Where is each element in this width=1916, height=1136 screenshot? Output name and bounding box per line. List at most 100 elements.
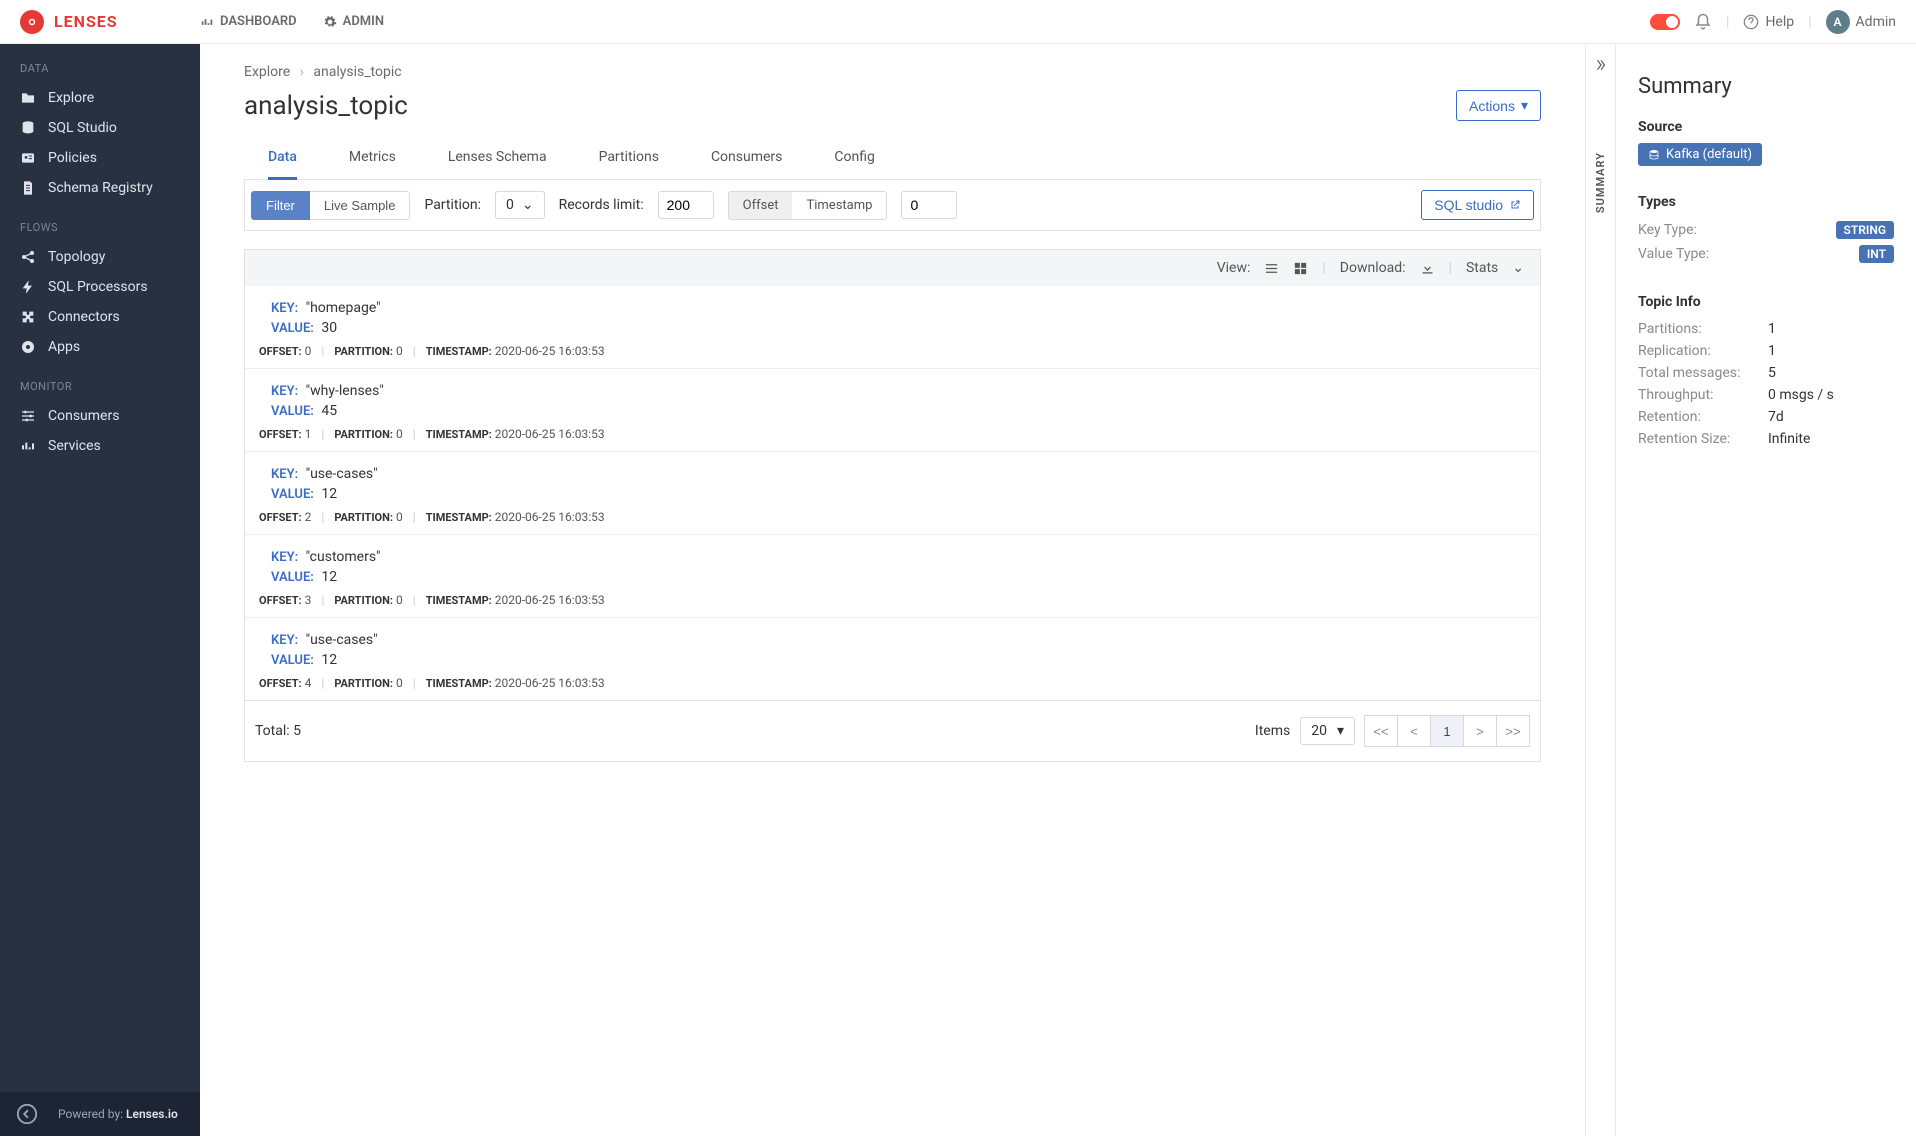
user-menu[interactable]: A Admin — [1826, 10, 1896, 34]
sidebar-section-monitor: MONITOR — [0, 362, 200, 401]
actions-button[interactable]: Actions ▾ — [1456, 90, 1541, 121]
page-last[interactable]: >> — [1496, 715, 1530, 747]
breadcrumb-root[interactable]: Explore — [244, 64, 290, 80]
content: Explore › analysis_topic analysis_topic … — [200, 44, 1586, 1136]
partition-label: Partition: — [424, 197, 481, 213]
items-label: Items — [1255, 723, 1290, 739]
caret-down-icon: ▾ — [1337, 723, 1344, 739]
partition-select[interactable]: 0 ⌄ — [495, 191, 545, 219]
tab-config[interactable]: Config — [834, 139, 874, 179]
sidebar-item-topology[interactable]: Topology — [0, 242, 200, 272]
total-label: Total: 5 — [255, 723, 301, 739]
back-circle-icon[interactable] — [16, 1103, 38, 1125]
powered-by: Powered by: Lenses.io — [58, 1107, 178, 1121]
logo[interactable]: LENSES — [20, 10, 200, 34]
sidebar-item-connectors[interactable]: Connectors — [0, 302, 200, 332]
logo-text: LENSES — [54, 12, 118, 31]
offset-toggle[interactable]: Offset — [729, 192, 793, 219]
page-prev[interactable]: < — [1397, 715, 1431, 747]
record-row[interactable]: KEY: "homepage"VALUE: 30OFFSET: 0|PARTIT… — [245, 286, 1540, 368]
tab-data[interactable]: Data — [268, 139, 297, 180]
view-label: View: — [1217, 260, 1251, 276]
record-row[interactable]: KEY: "customers"VALUE: 12OFFSET: 3|PARTI… — [245, 534, 1540, 617]
record-row[interactable]: KEY: "why-lenses"VALUE: 45OFFSET: 1|PART… — [245, 368, 1540, 451]
summary-heading: Summary — [1638, 74, 1894, 99]
sidebar-item-policies[interactable]: Policies — [0, 143, 200, 173]
filter-button[interactable]: Filter — [251, 191, 310, 220]
data-panel: View: | Download: | Stats ⌄ KEY: "homepa… — [244, 249, 1541, 762]
sidebar-item-apps[interactable]: Apps — [0, 332, 200, 362]
summary-tab-strip[interactable]: SUMMARY — [1586, 44, 1616, 1136]
database-icon — [20, 120, 36, 136]
sliders-icon — [20, 408, 36, 424]
sidebar-section-data: DATA — [0, 44, 200, 83]
topnav: DASHBOARD ADMIN — [200, 14, 384, 29]
livesample-button[interactable]: Live Sample — [310, 191, 411, 220]
bell-icon[interactable] — [1694, 13, 1712, 31]
live-toggle[interactable] — [1650, 14, 1680, 30]
list-view-icon[interactable] — [1264, 261, 1279, 276]
sidebar-item-services[interactable]: Services — [0, 431, 200, 461]
page-title: analysis_topic — [244, 91, 408, 121]
chevron-right-icon: › — [300, 64, 304, 80]
disc-icon — [20, 339, 36, 355]
bar-chart-icon — [20, 438, 36, 454]
share-icon — [20, 249, 36, 265]
divider: | — [1808, 14, 1811, 30]
grid-view-icon[interactable] — [1293, 261, 1308, 276]
info-row: Retention Size:Infinite — [1638, 428, 1894, 450]
help-icon — [1743, 14, 1759, 30]
download-icon[interactable] — [1420, 261, 1435, 276]
source-chip[interactable]: Kafka (default) — [1638, 143, 1762, 166]
download-label: Download: — [1340, 260, 1406, 276]
nav-admin-top[interactable]: ADMIN — [323, 14, 384, 29]
info-row: Throughput:0 msgs / s — [1638, 384, 1894, 406]
sidebar-section-flows: FLOWS — [0, 203, 200, 242]
record-row[interactable]: KEY: "use-cases"VALUE: 12OFFSET: 4|PARTI… — [245, 617, 1540, 700]
records-limit-input[interactable] — [658, 191, 714, 219]
info-row: Partitions:1 — [1638, 318, 1894, 340]
nav-dashboard[interactable]: DASHBOARD — [200, 14, 297, 29]
offset-input[interactable] — [901, 191, 957, 219]
sidebar-item-consumers[interactable]: Consumers — [0, 401, 200, 431]
chevron-down-icon[interactable]: ⌄ — [1512, 260, 1524, 276]
breadcrumb-current: analysis_topic — [313, 64, 401, 80]
external-link-icon — [1509, 199, 1521, 211]
filterbar: Filter Live Sample Partition: 0 ⌄ Record… — [244, 180, 1541, 231]
database-icon — [1648, 149, 1660, 161]
tab-consumers[interactable]: Consumers — [711, 139, 782, 179]
tab-lenses-schema[interactable]: Lenses Schema — [448, 139, 547, 179]
sidebar-item-explore[interactable]: Explore — [0, 83, 200, 113]
page-first[interactable]: << — [1364, 715, 1398, 747]
folder-icon — [20, 90, 36, 106]
page-size-select[interactable]: 20 ▾ — [1300, 717, 1355, 745]
id-card-icon — [20, 150, 36, 166]
tab-metrics[interactable]: Metrics — [349, 139, 396, 179]
sql-studio-button[interactable]: SQL studio — [1421, 190, 1534, 220]
breadcrumb: Explore › analysis_topic — [244, 64, 1541, 80]
info-row: Replication:1 — [1638, 340, 1894, 362]
tab-partitions[interactable]: Partitions — [599, 139, 659, 179]
record-row[interactable]: KEY: "use-cases"VALUE: 12OFFSET: 2|PARTI… — [245, 451, 1540, 534]
page-current[interactable]: 1 — [1430, 715, 1464, 747]
expand-icon[interactable] — [1594, 58, 1608, 72]
key-type-label: Key Type: — [1638, 222, 1697, 238]
info-row: Total messages:5 — [1638, 362, 1894, 384]
key-type-tag: STRING — [1836, 221, 1894, 239]
offset-timestamp-toggle: Offset Timestamp — [728, 191, 888, 220]
help-link[interactable]: Help — [1743, 14, 1794, 30]
timestamp-toggle[interactable]: Timestamp — [792, 192, 886, 219]
sidebar-item-sqlstudio[interactable]: SQL Studio — [0, 113, 200, 143]
page-next[interactable]: > — [1463, 715, 1497, 747]
value-type-label: Value Type: — [1638, 246, 1709, 262]
source-label: Source — [1638, 119, 1894, 135]
stats-label[interactable]: Stats — [1466, 260, 1498, 276]
sidebar-item-schemaregistry[interactable]: Schema Registry — [0, 173, 200, 203]
logo-icon — [20, 10, 44, 34]
caret-down-icon: ▾ — [1521, 97, 1528, 114]
summary-pane: Summary Source Kafka (default) Types Key… — [1616, 44, 1916, 1136]
pager: Total: 5 Items 20 ▾ << < 1 > >> — [245, 700, 1540, 761]
sidebar-item-sqlprocessors[interactable]: SQL Processors — [0, 272, 200, 302]
sidebar: DATA Explore SQL Studio Policies Schema … — [0, 44, 200, 1136]
divider: | — [1726, 14, 1729, 30]
